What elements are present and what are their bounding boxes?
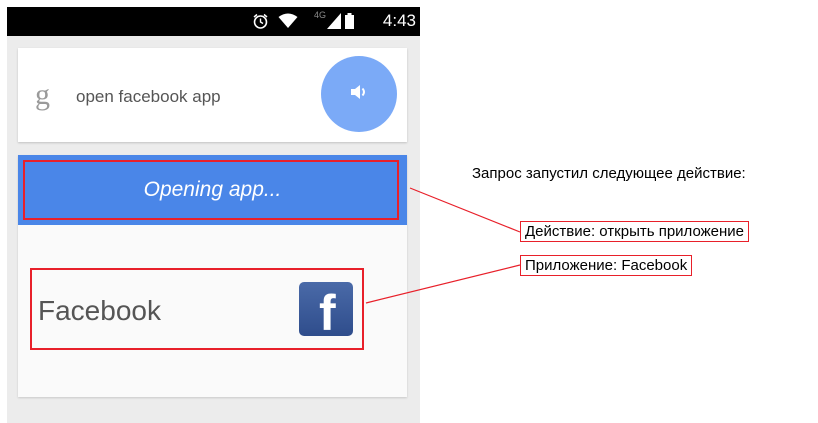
leader-line-action [409, 187, 521, 233]
leader-line-app [365, 264, 521, 304]
annotation-heading: Запрос запустил следующее действие: [472, 165, 746, 182]
annotation-lines [365, 187, 521, 304]
annotation-app-label: Приложение: Facebook [520, 255, 693, 276]
annotation-action-label: Действие: открыть приложение [520, 221, 750, 242]
